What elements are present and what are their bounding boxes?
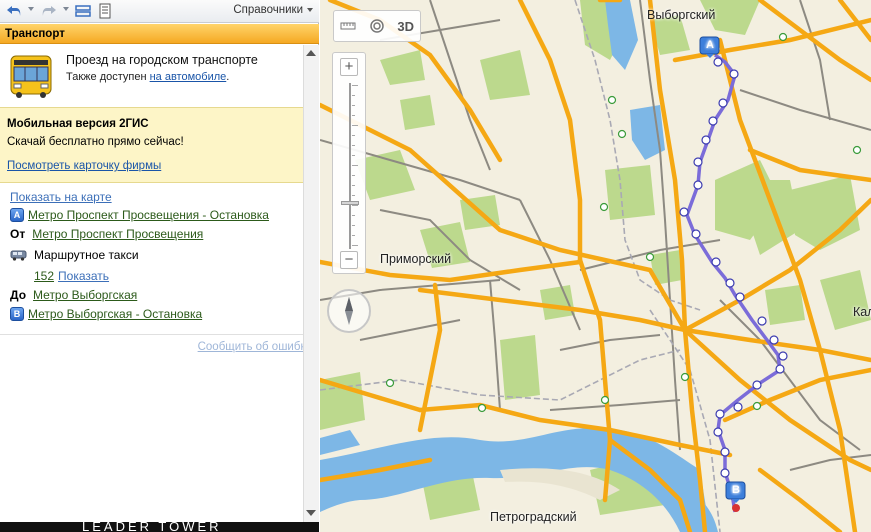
- ruler-icon[interactable]: [334, 11, 363, 41]
- toolbar: Справочники: [0, 0, 319, 23]
- zoom-tick: [352, 85, 358, 86]
- district-label-vyborgsky: Выборгский: [647, 8, 716, 22]
- transport-title: Проезд на городском транспорте: [66, 53, 258, 67]
- zoom-tick: [352, 95, 355, 96]
- ad-banner[interactable]: LEADER TOWER: [0, 522, 319, 532]
- stop-a-badge: A: [10, 208, 24, 222]
- zoom-tick: [352, 175, 355, 176]
- mode-row: Маршрутное такси: [10, 246, 139, 264]
- forward-icon[interactable]: [40, 2, 58, 20]
- transport-section: Проезд на городском транспорте Также дос…: [0, 45, 303, 107]
- district-label-petrogradsky: Петроградский: [490, 510, 577, 524]
- route-show-link[interactable]: Показать: [58, 269, 109, 283]
- zoom-tick: [352, 235, 355, 236]
- stop-b-badge: B: [10, 307, 24, 321]
- map-canvas[interactable]: [320, 0, 871, 532]
- app-window: Справочники Транспорт Проезд на городско…: [0, 0, 871, 532]
- back-menu-caret[interactable]: [28, 7, 34, 11]
- transport-sub-prefix: Также доступен: [66, 71, 150, 83]
- radius-icon[interactable]: [363, 11, 392, 41]
- to-link[interactable]: Метро Выборгская: [33, 288, 137, 302]
- stop-b-link[interactable]: Метро Выборгская - Остановка: [28, 307, 202, 321]
- zoom-slider-thumb[interactable]: [341, 201, 359, 205]
- stop-b-row: B Метро Выборгская - Остановка: [10, 305, 202, 323]
- zoom-tick: [352, 215, 355, 216]
- divider: [0, 334, 303, 335]
- transport-subtitle: Также доступен на автомобиле.: [66, 71, 229, 83]
- stop-a-row: A Метро Проспект Просвещения - Остановка: [10, 206, 269, 224]
- company-card-link[interactable]: Посмотреть карточку фирмы: [7, 160, 161, 172]
- district-label-primorsky: Приморский: [380, 252, 452, 266]
- from-row: От Метро Проспект Просвещения: [10, 225, 203, 243]
- 3d-button[interactable]: 3D: [391, 11, 420, 41]
- layout-icon[interactable]: [74, 2, 92, 20]
- zoom-out-button[interactable]: −: [340, 251, 358, 269]
- from-link[interactable]: Метро Проспект Просвещения: [32, 227, 203, 241]
- zoom-tick: [352, 145, 355, 146]
- zoom-tick: [352, 165, 358, 166]
- zoom-tick: [352, 195, 355, 196]
- show-on-map-row: Показать на карте: [10, 188, 112, 206]
- back-icon[interactable]: [5, 2, 23, 20]
- zoom-track[interactable]: [349, 83, 351, 249]
- forward-menu-caret[interactable]: [63, 7, 69, 11]
- panel-scrollbar[interactable]: [303, 45, 319, 522]
- zoom-tick: [352, 125, 358, 126]
- zoom-control: + −: [332, 52, 366, 274]
- map-tools: 3D: [333, 10, 421, 42]
- promo-block: Мобильная версия 2ГИС Скачай бесплатно п…: [0, 107, 303, 183]
- directories-menu[interactable]: Справочники: [233, 4, 313, 16]
- district-label-kalininsky: Кал: [853, 305, 871, 319]
- print-icon[interactable]: [96, 2, 114, 20]
- route-details: Показать на карте A Метро Проспект Просв…: [0, 184, 303, 334]
- map-view[interactable]: A B Выборгский Приморский Петроградский …: [320, 0, 871, 532]
- compass-icon: [345, 297, 353, 325]
- report-error-link[interactable]: Сообщить об ошибке: [198, 341, 312, 353]
- zoom-tick: [352, 135, 355, 136]
- promo-text: Скачай бесплатно прямо сейчас!: [7, 136, 184, 148]
- stop-a-link[interactable]: Метро Проспект Просвещения - Остановка: [28, 208, 269, 222]
- zoom-tick: [352, 155, 355, 156]
- minibus-icon: [10, 250, 27, 261]
- route-number-row: 152 Показать: [34, 267, 109, 285]
- zoom-tick: [352, 225, 355, 226]
- transport-mode-label: Маршрутное такси: [34, 248, 139, 262]
- from-label: От: [10, 227, 26, 241]
- by-car-link[interactable]: на автомобиле: [150, 71, 227, 83]
- promo-title: Мобильная версия 2ГИС: [7, 118, 149, 130]
- zoom-tick: [352, 205, 358, 206]
- ad-banner-text: LEADER TOWER: [82, 522, 222, 532]
- directories-label: Справочники: [233, 4, 303, 16]
- route-number[interactable]: 152: [34, 269, 54, 283]
- marker-a-label: A: [706, 39, 714, 51]
- marker-b-label: B: [732, 484, 740, 496]
- side-panel: Справочники Транспорт Проезд на городско…: [0, 0, 319, 532]
- bus-icon: [10, 55, 52, 98]
- show-on-map-link[interactable]: Показать на карте: [10, 190, 112, 204]
- scroll-up-icon[interactable]: [306, 50, 316, 56]
- zoom-tick: [352, 185, 355, 186]
- zoom-tick: [352, 105, 355, 106]
- zoom-tick: [352, 245, 358, 246]
- compass[interactable]: [327, 289, 371, 333]
- to-label: До: [10, 288, 27, 302]
- transport-sub-suffix: .: [226, 71, 230, 83]
- transport-header: Транспорт: [0, 24, 319, 44]
- zoom-tick: [352, 115, 355, 116]
- chevron-down-icon: [307, 8, 313, 12]
- to-row: До Метро Выборгская: [10, 286, 137, 304]
- scroll-down-icon[interactable]: [306, 510, 316, 516]
- zoom-in-button[interactable]: +: [340, 58, 358, 76]
